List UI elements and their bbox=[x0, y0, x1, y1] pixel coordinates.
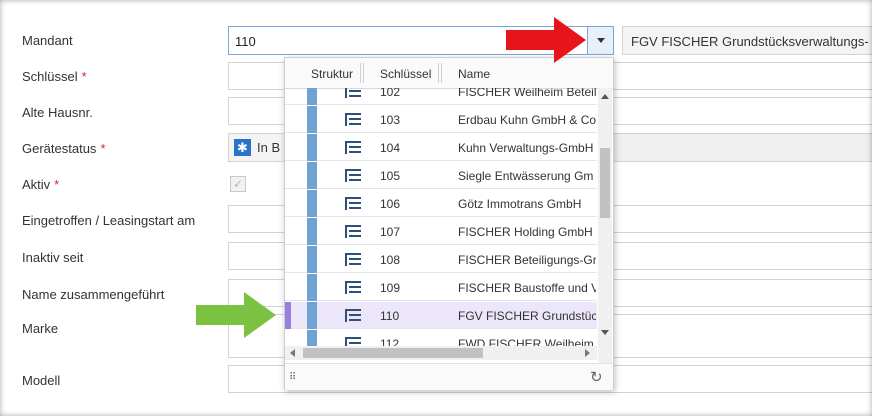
row-key: 104 bbox=[380, 141, 401, 155]
column-header-name[interactable]: Name bbox=[458, 67, 490, 81]
row-name: Erdbau Kuhn GmbH & Co bbox=[458, 113, 596, 127]
structure-bar bbox=[307, 218, 317, 245]
tree-structure-icon bbox=[345, 225, 361, 238]
star-icon: ✱ bbox=[234, 139, 251, 156]
eingetroffen-label: Eingetroffen / Leasingstart am bbox=[22, 213, 196, 228]
vertical-scrollbar[interactable] bbox=[598, 88, 612, 368]
list-item[interactable]: 107 FISCHER Holding GmbH & bbox=[285, 218, 597, 245]
horizontal-scrollbar[interactable] bbox=[285, 346, 597, 360]
structure-bar bbox=[307, 162, 317, 189]
structure-bar bbox=[307, 134, 317, 161]
list-item[interactable]: 105 Siegle Entwässerung Gm bbox=[285, 162, 597, 189]
geraetestatus-extension bbox=[614, 133, 872, 162]
list-item[interactable]: 106 Götz Immotrans GmbH bbox=[285, 190, 597, 217]
inaktiv-label: Inaktiv seit bbox=[22, 250, 84, 265]
mandant-label: Mandant bbox=[22, 33, 73, 48]
row-name: Siegle Entwässerung Gm bbox=[458, 169, 594, 183]
red-arrow-annotation bbox=[506, 17, 586, 63]
structure-bar bbox=[307, 190, 317, 217]
selection-marker bbox=[285, 302, 291, 329]
row-key: 105 bbox=[380, 169, 401, 183]
geraetestatus-value: In B bbox=[257, 140, 281, 155]
list-item[interactable]: 103 Erdbau Kuhn GmbH & Co bbox=[285, 106, 597, 133]
structure-bar bbox=[307, 274, 317, 301]
tree-structure-icon bbox=[345, 309, 361, 322]
row-name: FISCHER Baustoffe und V bbox=[458, 281, 596, 295]
refresh-icon[interactable]: ↻ bbox=[590, 368, 603, 386]
tree-structure-icon bbox=[345, 197, 361, 210]
scroll-left-icon[interactable] bbox=[290, 349, 295, 357]
column-resize-handle[interactable] bbox=[438, 63, 442, 83]
structure-bar bbox=[307, 246, 317, 273]
tree-structure-icon bbox=[345, 281, 361, 294]
geraetestatus-label: Gerätestatus * bbox=[22, 141, 106, 156]
row-key: 109 bbox=[380, 281, 401, 295]
structure-bar bbox=[307, 106, 317, 133]
row-key: 106 bbox=[380, 197, 401, 211]
scroll-right-icon[interactable] bbox=[585, 349, 590, 357]
green-arrow-annotation bbox=[196, 292, 276, 338]
list-item[interactable]: 104 Kuhn Verwaltungs-GmbH bbox=[285, 134, 597, 161]
row-key: 103 bbox=[380, 113, 401, 127]
list-item[interactable]: 102 FISCHER Weilheim Beteil bbox=[285, 88, 597, 105]
marke-label: Marke bbox=[22, 321, 59, 336]
list-item[interactable]: 109 FISCHER Baustoffe und V bbox=[285, 274, 597, 301]
alte-hausnr-label: Alte Hausnr. bbox=[22, 105, 93, 120]
list-item[interactable]: 108 FISCHER Beteiligungs-Gr bbox=[285, 246, 597, 273]
aktiv-checkbox[interactable]: ✓ bbox=[230, 176, 246, 192]
structure-bar bbox=[307, 302, 317, 329]
scroll-down-icon[interactable] bbox=[601, 330, 609, 335]
resize-grip-icon[interactable]: ⠿ bbox=[289, 372, 296, 383]
row-name: Götz Immotrans GmbH bbox=[458, 197, 582, 211]
schluessel-label: Schlüssel * bbox=[22, 69, 87, 84]
dropdown-footer: ⠿ ↻ bbox=[285, 363, 613, 390]
mandant-name-field: FGV FISCHER Grundstücksverwaltungs- bbox=[622, 26, 872, 55]
row-key: 107 bbox=[380, 225, 401, 239]
row-key: 108 bbox=[380, 253, 401, 267]
row-name: FISCHER Holding GmbH & bbox=[458, 225, 596, 239]
row-name: FISCHER Beteiligungs-Gr bbox=[458, 253, 596, 267]
dropdown-body: 102 FISCHER Weilheim Beteil 103 Erdbau Kuhn… bbox=[285, 88, 597, 368]
column-header-schluessel[interactable]: Schlüssel bbox=[380, 67, 431, 81]
mandant-dropdown-button[interactable] bbox=[587, 26, 614, 55]
list-item[interactable]: 110 FGV FISCHER Grundstück bbox=[285, 302, 597, 329]
row-name: Kuhn Verwaltungs-GmbH bbox=[458, 141, 594, 155]
row-key: 110 bbox=[380, 309, 400, 323]
chevron-down-icon bbox=[596, 38, 605, 43]
row-key: 102 bbox=[380, 88, 401, 99]
scrollbar-thumb[interactable] bbox=[303, 348, 483, 358]
scrollbar-thumb[interactable] bbox=[600, 148, 610, 218]
tree-structure-icon bbox=[345, 253, 361, 266]
tree-structure-icon bbox=[345, 169, 361, 182]
required-marker: * bbox=[81, 69, 87, 84]
name-zusammengefuehrt-label: Name zusammengeführt bbox=[22, 287, 165, 302]
row-name: FISCHER Weilheim Beteil bbox=[458, 88, 596, 99]
tree-structure-icon bbox=[345, 141, 361, 154]
column-resize-handle[interactable] bbox=[360, 63, 364, 83]
required-marker: * bbox=[54, 177, 60, 192]
scroll-up-icon[interactable] bbox=[601, 94, 609, 99]
row-name: FGV FISCHER Grundstück bbox=[458, 309, 596, 323]
mandant-dropdown-list[interactable]: Struktur Schlüssel Name 102 FISCHER Weilh… bbox=[284, 57, 614, 390]
tree-structure-icon bbox=[345, 88, 361, 98]
tree-structure-icon bbox=[345, 113, 361, 126]
modell-label: Modell bbox=[22, 373, 61, 388]
column-header-struktur[interactable]: Struktur bbox=[311, 67, 353, 81]
structure-bar bbox=[307, 88, 317, 105]
required-marker: * bbox=[100, 141, 106, 156]
aktiv-label: Aktiv * bbox=[22, 177, 60, 192]
